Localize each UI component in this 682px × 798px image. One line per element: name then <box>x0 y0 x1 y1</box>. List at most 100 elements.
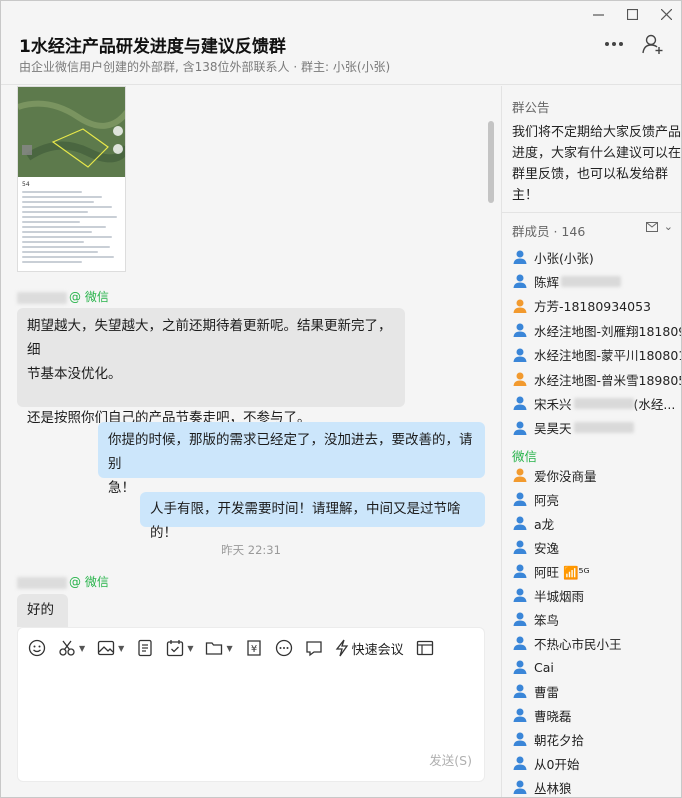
quick-meeting-button[interactable]: 快速会议 <box>335 635 404 661</box>
member-name: 安逸 <box>534 540 560 556</box>
close-icon[interactable] <box>649 1 681 27</box>
member-name: 朝花夕拾 <box>534 732 585 748</box>
user-avatar-icon <box>513 274 527 289</box>
member-item[interactable]: 方芳-18180934053 <box>512 294 681 318</box>
user-avatar-icon <box>513 421 527 435</box>
user-avatar-icon <box>513 636 527 650</box>
member-item[interactable]: 宋禾兴 (水经... <box>512 391 681 415</box>
user-avatar-icon <box>513 348 527 362</box>
member-name: 丛林狼 <box>534 780 572 796</box>
member-item[interactable]: 小张(小张) <box>512 245 681 269</box>
message-members-icon[interactable] <box>645 221 658 232</box>
group-notice[interactable]: 我们将不定期给大家反馈产品进度，大家有什么建议可以在群里反馈，也可以私发给群主！ <box>512 122 681 206</box>
member-item[interactable]: 朝花夕拾 <box>512 727 681 751</box>
member-name: 曹雷 <box>534 684 560 700</box>
member-item[interactable]: 阿亮 <box>512 487 681 511</box>
more-options-icon[interactable] <box>275 635 293 661</box>
message-text: 好的 <box>27 602 54 618</box>
message-text: 期望越大，失望越大，之前还期待着更新呢。结果更新完了，细 <box>27 318 392 358</box>
chevron-down-icon[interactable]: ⌄ <box>664 220 673 233</box>
send-button[interactable]: 发送(S) <box>429 750 472 769</box>
member-name: 爱你没商量 <box>534 468 597 484</box>
user-avatar-icon <box>513 684 527 698</box>
add-member-icon[interactable] <box>641 33 665 55</box>
redacted-text <box>573 422 634 434</box>
history-icon[interactable] <box>416 635 434 661</box>
maximize-icon[interactable] <box>615 1 649 27</box>
user-avatar-icon <box>513 323 527 338</box>
emoji-icon[interactable] <box>28 635 46 661</box>
member-name: 宋禾兴 <box>534 396 572 412</box>
member-item[interactable]: a龙 <box>512 511 681 535</box>
member-item[interactable]: 陈辉 <box>512 269 681 293</box>
member-item[interactable]: 水经注地图-曾米雪189805... <box>512 367 682 391</box>
message-list[interactable]: 54 @ 微信 期望越大，失望越大，之前还期待着更新呢。结果更新完了，细 节基本… <box>1 1 501 627</box>
user-avatar-icon <box>513 564 527 578</box>
member-name: 半城烟雨 <box>534 588 585 604</box>
folder-icon[interactable]: ▼ <box>205 635 233 661</box>
outgoing-message[interactable]: 人手有限，开发需要时间！请理解，中间又是过节啥的！ <box>140 492 485 541</box>
redacted-text <box>561 275 622 287</box>
incoming-message[interactable]: 期望越大，失望越大，之前还期待着更新呢。结果更新完了，细 节基本没优化。 还是按… <box>17 308 405 426</box>
chat-scrollbar[interactable] <box>488 121 494 203</box>
chat-bubble-icon[interactable] <box>305 635 323 661</box>
member-name: 从0开始 <box>534 756 580 772</box>
image-message[interactable]: 54 <box>17 86 126 272</box>
image-icon[interactable]: ▼ <box>97 635 124 661</box>
member-name: a龙 <box>534 516 555 532</box>
member-item[interactable]: 不热心市民小王 <box>512 631 681 655</box>
message-sender: @ 微信 <box>17 573 109 590</box>
user-avatar-icon <box>513 708 527 722</box>
member-item[interactable]: 水经注地图-刘雁翔181809... <box>512 318 682 342</box>
member-item[interactable]: 吴昊天 <box>512 416 681 440</box>
member-item[interactable]: Cai <box>512 655 681 679</box>
composer-toolbar: ▼ ▼ ▼ ▼ ¥ 快速会议 <box>18 628 486 668</box>
member-name: 水经注地图-刘雁翔181809... <box>534 323 682 339</box>
incoming-message[interactable]: 好的 <box>17 594 68 627</box>
outgoing-message[interactable]: 你提的时候，那版的需求已经定了，没加进去，要改善的，请别 急！ <box>98 422 485 496</box>
member-item[interactable]: 从0开始 <box>512 751 681 775</box>
member-name-suffix: (水经... <box>633 396 676 412</box>
member-name: 阿亮 <box>534 492 560 508</box>
member-name: Cai <box>534 659 554 675</box>
user-avatar-icon <box>513 492 527 506</box>
schedule-icon[interactable]: ▼ <box>166 635 193 661</box>
quick-meeting-label: 快速会议 <box>351 642 404 658</box>
message-composer[interactable]: ▼ ▼ ▼ ▼ ¥ 快速会议 发送(S) <box>17 627 485 782</box>
user-avatar-icon <box>513 612 527 626</box>
member-item[interactable]: 安逸 <box>512 535 681 559</box>
member-name: 小张(小张) <box>534 250 594 266</box>
more-icon[interactable] <box>602 33 626 55</box>
lightning-icon <box>335 639 348 657</box>
user-avatar-icon <box>513 588 527 602</box>
member-item[interactable]: 笨鸟 <box>512 607 681 631</box>
member-item[interactable]: 爱你没商量 <box>512 463 681 487</box>
member-name: 不热心市民小王 <box>534 636 622 652</box>
message-sender: @ 微信 <box>17 288 109 305</box>
image-caption: 54 <box>22 181 30 188</box>
screenshot-icon[interactable]: ▼ <box>58 635 85 661</box>
member-item[interactable]: 丛林狼 <box>512 775 681 797</box>
minimize-icon[interactable] <box>581 1 615 27</box>
member-item[interactable]: 半城烟雨 <box>512 583 681 607</box>
member-name: 方芳-18180934053 <box>534 299 651 315</box>
red-packet-icon[interactable]: ¥ <box>245 635 263 661</box>
redacted-text <box>573 397 634 409</box>
member-name: 阿旺 📶⁵ᴳ <box>534 564 590 580</box>
member-name: 曹晓磊 <box>534 708 572 724</box>
document-icon[interactable] <box>136 635 154 661</box>
user-avatar-icon <box>513 250 527 264</box>
user-avatar-icon <box>513 372 527 386</box>
message-text: 你提的时候，那版的需求已经定了，没加进去，要改善的，请别 <box>108 432 473 472</box>
chat-window: 1水经注产品研发进度与建议反馈群 由企业微信用户创建的外部群, 含138位外部联… <box>0 0 682 798</box>
user-avatar-icon <box>513 732 527 746</box>
user-avatar-icon <box>513 540 527 554</box>
user-avatar-icon <box>513 396 527 411</box>
member-item[interactable]: 曹晓磊 <box>512 703 681 727</box>
member-name: 吴昊天 <box>534 421 572 437</box>
member-item[interactable]: 阿旺 📶⁵ᴳ <box>512 559 681 583</box>
member-name: 水经注地图-曾米雪189805... <box>534 372 682 388</box>
message-timestamp: 昨天 22:31 <box>221 543 281 557</box>
member-item[interactable]: 水经注地图-蒙平川180801... <box>512 343 681 367</box>
member-item[interactable]: 曹雷 <box>512 679 681 703</box>
